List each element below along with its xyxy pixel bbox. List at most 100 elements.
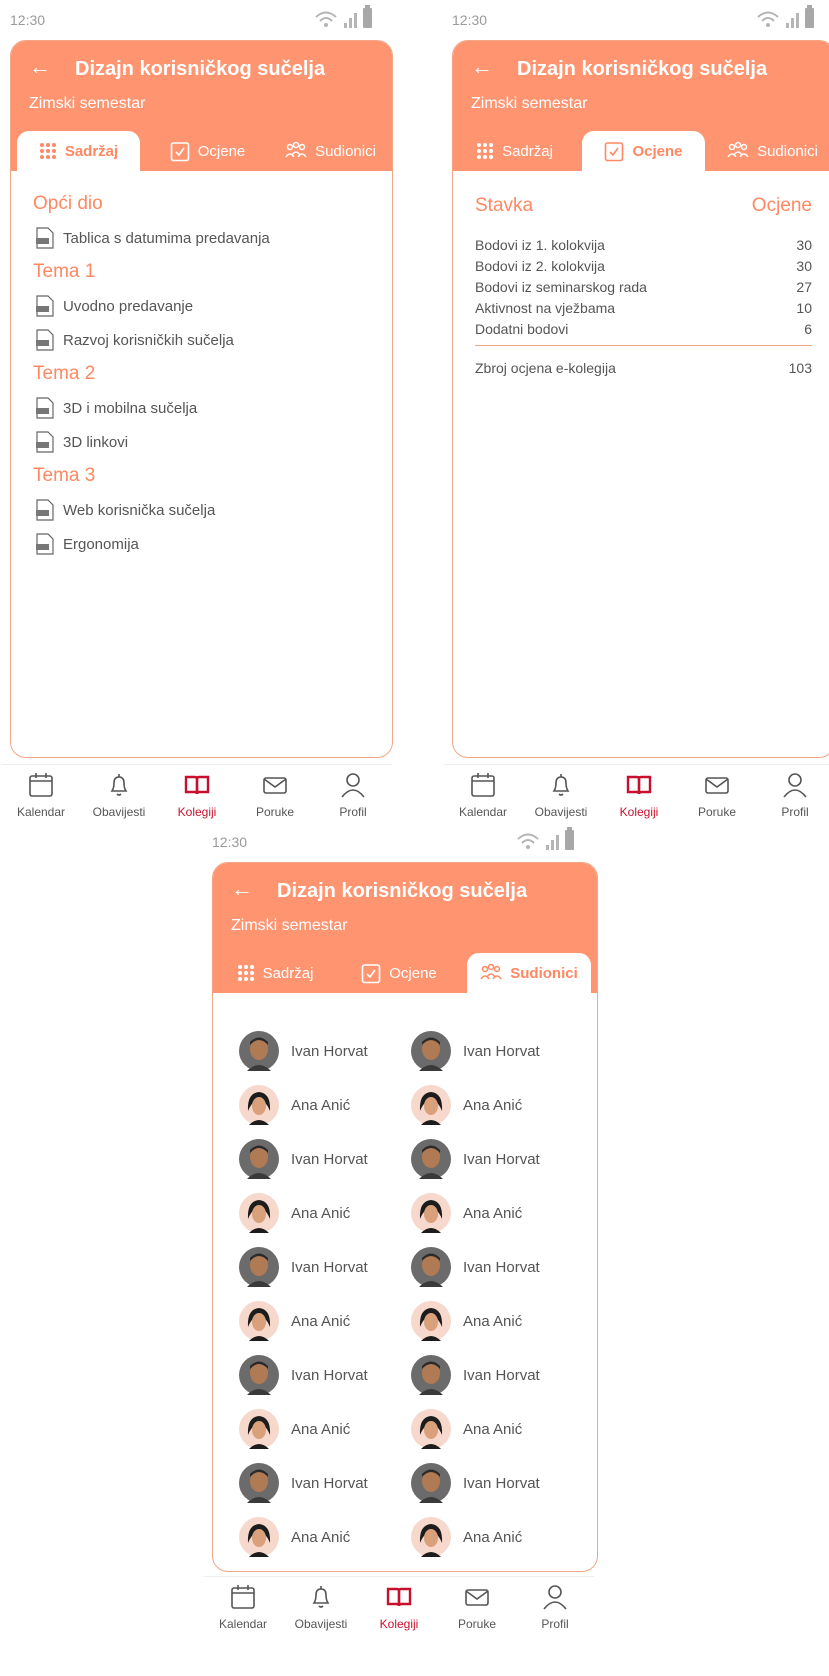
back-arrow-icon[interactable]: ← [471,54,493,80]
participant-item[interactable]: Ana Anić [411,1409,571,1449]
user-icon [543,1585,567,1610]
grade-item: Bodovi iz 1. kolokvija [475,237,605,253]
participant-item[interactable]: Ana Anić [411,1517,571,1557]
course-card: ← Dizajn korisničkog sučelja Zimski seme… [452,40,829,758]
tab-bar: Sadržaj Ocjene Sudionici [453,131,829,171]
status-time: 12:30 [10,12,46,28]
nav-kalendar[interactable]: Kalendar [6,765,76,834]
section-title: Tema 1 [33,261,96,282]
file-item[interactable]: Tablica s datumima predavanja [35,227,370,249]
participant-item[interactable]: Ivan Horvat [239,1247,399,1287]
course-subtitle: Zimski semestar [29,95,146,112]
participant-item[interactable]: Ivan Horvat [239,1031,399,1071]
nav-label: Kolegiji [619,805,659,819]
file-item[interactable]: Uvodno predavanje [35,295,370,317]
course-title: Dizajn korisničkog sučelja [277,880,528,902]
tab-sadrzaj[interactable]: Sadržaj [17,131,140,171]
avatar-male [411,1355,451,1395]
file-item[interactable]: Web korisnička sučelja [35,499,370,521]
file-name: 3D linkovi [63,433,129,451]
tab-sudionici[interactable]: Sudionici [467,953,591,993]
grade-item: Bodovi iz 2. kolokvija [475,258,605,274]
participant-item[interactable]: Ana Anić [239,1409,399,1449]
calendar-icon [231,1585,255,1609]
checklist-icon [170,142,190,162]
grade-row: Aktivnost na vježbama 10 [475,298,812,319]
participant-name: Ana Anić [291,1420,351,1438]
participant-item[interactable]: Ana Anić [239,1301,399,1341]
participant-name: Ana Anić [463,1312,523,1330]
tab-label: Sudionici [757,142,818,160]
nav-obavijesti[interactable]: Obavijesti [286,1577,356,1646]
nav-label: Profil [541,1617,569,1631]
tab-label: Sadržaj [262,964,314,982]
tab-ocjene[interactable]: Ocjene [582,131,705,171]
nav-profil[interactable]: Profil [760,765,829,834]
participant-item[interactable]: Ana Anić [239,1193,399,1233]
column-header-item: Stavka [475,195,534,216]
status-bar: 12:30 [204,822,584,858]
tab-label: Sudionici [315,142,376,160]
tab-sadrzaj[interactable]: Sadržaj [453,131,576,171]
nav-poruke[interactable]: Poruke [442,1577,512,1646]
nav-label: Obavijesti [534,805,588,819]
wifi-icon [315,11,337,27]
grade-value: 10 [796,300,812,316]
nav-kolegiji[interactable]: Kolegiji [604,765,674,834]
tab-sudionici[interactable]: Sudionici [711,131,829,171]
participant-name: Ana Anić [463,1204,523,1222]
nav-label: Profil [339,805,367,819]
tab-sadrzaj[interactable]: Sadržaj [213,953,337,993]
file-item[interactable]: 3D linkovi [35,431,370,453]
participant-item[interactable]: Ivan Horvat [411,1463,571,1503]
participant-name: Ivan Horvat [291,1474,368,1492]
file-item[interactable]: Ergonomija [35,533,370,555]
nav-poruke[interactable]: Poruke [682,765,752,834]
pdf-file-icon [36,533,54,555]
back-arrow-icon[interactable]: ← [29,54,51,80]
participant-item[interactable]: Ana Anić [239,1085,399,1125]
pdf-file-icon [36,295,54,317]
column-header-grade: Ocjene [751,195,812,216]
participant-item[interactable]: Ana Anić [411,1301,571,1341]
back-arrow-icon[interactable]: ← [231,876,253,902]
pdf-file-icon [36,499,54,521]
participant-item[interactable]: Ivan Horvat [239,1139,399,1179]
nav-kalendar[interactable]: Kalendar [208,1577,278,1646]
course-subtitle: Zimski semestar [471,95,588,112]
avatar-female [239,1517,279,1557]
participant-item[interactable]: Ivan Horvat [411,1139,571,1179]
user-icon [341,773,365,798]
participants-list: Ivan Horvat Ivan Horvat Ana Anić Ana Anić Iv… [213,993,597,1571]
tab-label: Sadržaj [64,142,119,160]
participant-item[interactable]: Ana Anić [411,1085,571,1125]
tab-sudionici[interactable]: Sudionici [269,131,392,171]
participant-item[interactable]: Ana Anić [411,1193,571,1233]
avatar-female [239,1301,279,1341]
participant-item[interactable]: Ana Anić [239,1517,399,1557]
envelope-icon [465,1589,489,1606]
participant-item[interactable]: Ivan Horvat [411,1247,571,1287]
nav-profil[interactable]: Profil [520,1577,590,1646]
avatar-female [411,1409,451,1449]
participant-item[interactable]: Ivan Horvat [411,1355,571,1395]
envelope-icon [263,777,287,794]
nav-obavijesti[interactable]: Obavijesti [84,765,154,834]
participant-item[interactable]: Ivan Horvat [239,1463,399,1503]
bell-icon [110,774,128,796]
tab-ocjene[interactable]: Ocjene [146,131,269,171]
participant-item[interactable]: Ivan Horvat [239,1355,399,1395]
participant-item[interactable]: Ivan Horvat [411,1031,571,1071]
participant-name: Ana Anić [291,1096,351,1114]
file-item[interactable]: Razvoj korisničkih sučelja [35,329,370,351]
nav-kolegiji[interactable]: Kolegiji [364,1577,434,1646]
grade-row: Bodovi iz 2. kolokvija 30 [475,256,812,277]
nav-label: Poruke [255,805,295,819]
file-name: Ergonomija [63,535,139,553]
grade-item: Dodatni bodovi [475,321,569,337]
grades-table: Stavka Ocjene Bodovi iz 1. kolokvija 30 B… [453,171,829,394]
section: Tema 2 3D i mobilna sučelja 3D linkovi [33,363,370,453]
tab-ocjene[interactable]: Ocjene [337,953,461,993]
file-name: Razvoj korisničkih sučelja [63,331,234,349]
file-item[interactable]: 3D i mobilna sučelja [35,397,370,419]
